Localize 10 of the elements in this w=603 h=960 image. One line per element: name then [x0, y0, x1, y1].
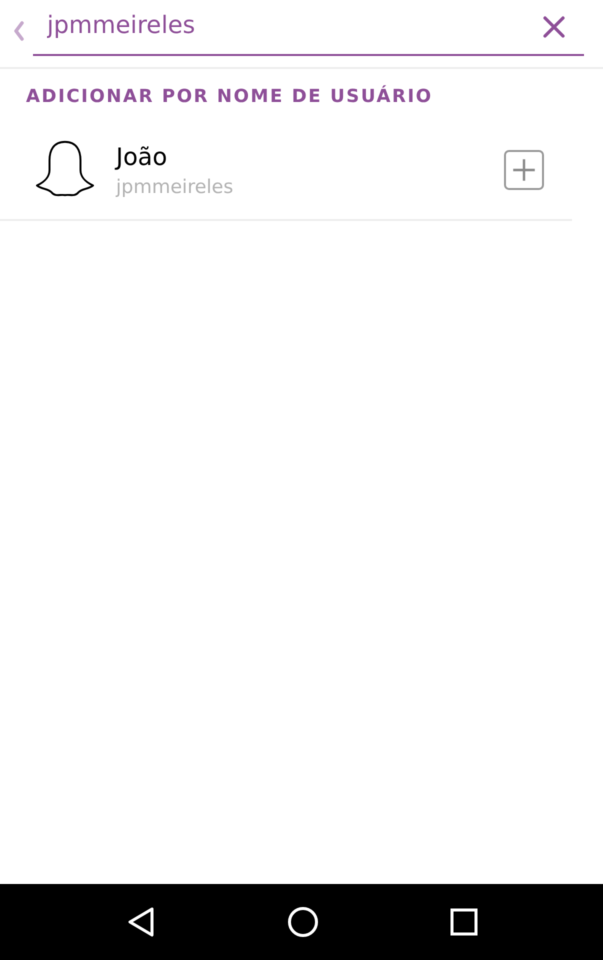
home-icon[interactable]: [286, 906, 318, 938]
close-icon[interactable]: [542, 15, 566, 39]
username: jpmmeireles: [116, 176, 234, 198]
add-button[interactable]: [504, 150, 544, 190]
ghost-avatar: [34, 139, 96, 199]
recents-icon[interactable]: [450, 908, 478, 936]
plus-icon: [512, 158, 536, 182]
back-icon[interactable]: [126, 906, 156, 938]
user-name: João: [116, 142, 168, 172]
section-heading: ADICIONAR POR NOME DE USUÁRIO: [25, 84, 434, 109]
